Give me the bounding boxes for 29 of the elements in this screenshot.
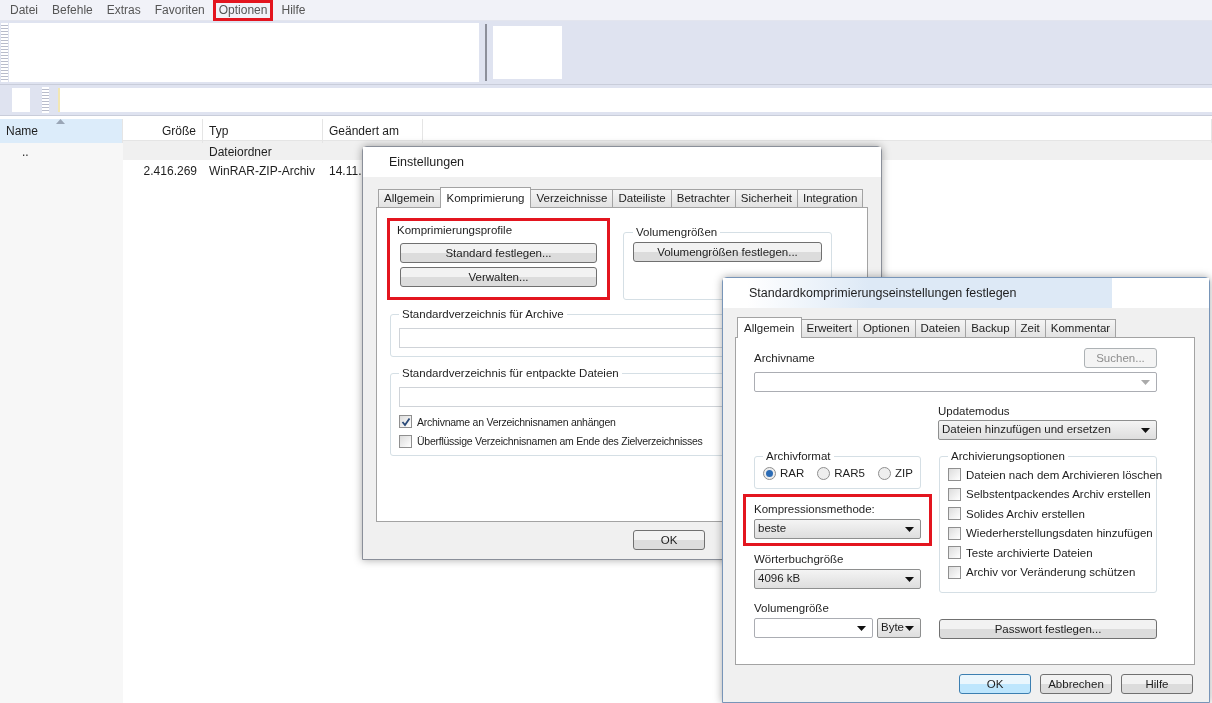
field-label: Kompressionsmethode:: [754, 502, 876, 516]
table-cell: 14.11.: [329, 164, 362, 178]
window-title: Standardkomprimierungseinstellungen festlegen: [749, 286, 1017, 300]
radio-label: ZIP: [894, 466, 913, 480]
field-label: Updatemodus: [938, 404, 1011, 418]
table-cell: Dateiordner: [209, 145, 272, 159]
checkbox-label: Dateien nach dem Archivieren löschen: [966, 467, 1163, 482]
field-label: Archivname: [754, 351, 815, 365]
table-cell: ..: [22, 145, 29, 159]
group-title: Standardverzeichnis für entpackte Dateien: [401, 367, 620, 379]
group-title: Standardverzeichnis für Archive: [401, 308, 565, 320]
checkbox-label: Wiederherstellungsdaten hinzufügen: [966, 526, 1153, 541]
table-cell: WinRAR-ZIP-Archiv: [209, 164, 315, 178]
group-title: Volumengrößen: [635, 226, 719, 238]
radio-label: RAR: [780, 466, 805, 480]
group-title: Archivformat: [765, 450, 832, 462]
window-title: Einstellungen: [389, 155, 465, 169]
checkbox-label: Solides Archiv erstellen: [966, 506, 1085, 521]
field-label: Wörterbuchgröße: [754, 552, 845, 566]
group-title: Archivierungsoptionen: [950, 450, 1066, 462]
field-label: Volumengröße: [754, 601, 830, 615]
checkbox-label: Selbstentpackendes Archiv erstellen: [966, 487, 1151, 502]
checkbox-label: Überflüssige Verzeichnisnamen am Ende des Zielverzeichnisses: [417, 434, 703, 449]
radio-label: RAR5: [834, 466, 865, 480]
group-title: Komprimierungsprofile: [397, 223, 514, 237]
checkbox-label: Archivname an Verzeichnisnamen anhängen: [417, 414, 616, 429]
checkbox-label: Teste archivierte Dateien: [966, 545, 1093, 560]
checkbox-label: Archiv vor Veränderung schützen: [966, 565, 1136, 580]
table-cell: 2.416.269: [143, 164, 197, 178]
